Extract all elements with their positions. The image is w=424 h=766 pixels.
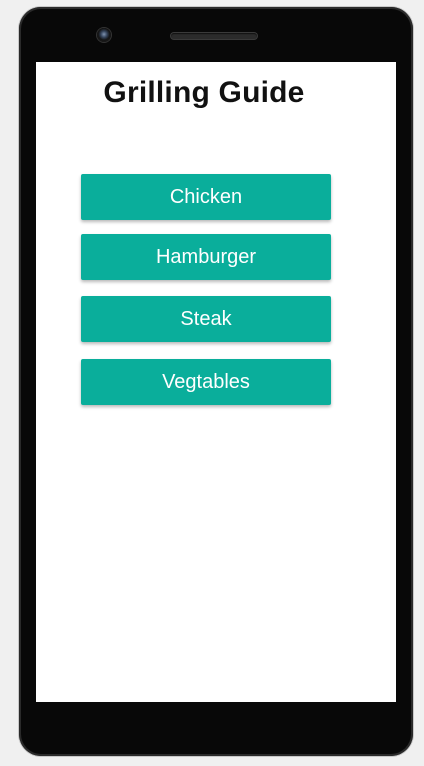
front-camera-icon [97, 28, 111, 42]
app-screen: Grilling Guide Chicken Hamburger Steak V… [36, 62, 396, 702]
hamburger-button[interactable]: Hamburger [81, 234, 331, 280]
steak-button[interactable]: Steak [81, 296, 331, 342]
chicken-button[interactable]: Chicken [81, 174, 331, 220]
vegtables-button[interactable]: Vegtables [81, 359, 331, 405]
speaker-grille-icon [171, 33, 257, 39]
page-title: Grilling Guide [103, 76, 305, 109]
phone-frame: Grilling Guide Chicken Hamburger Steak V… [19, 7, 413, 756]
